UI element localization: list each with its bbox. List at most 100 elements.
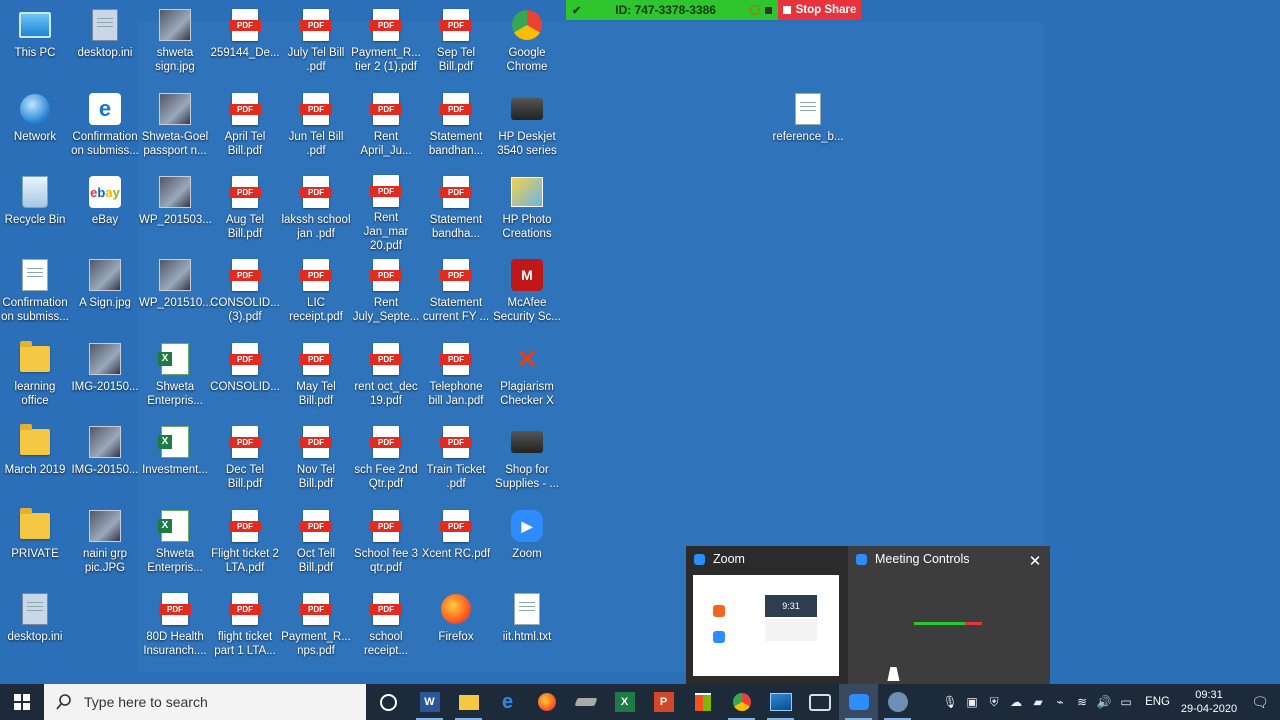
desktop-icon[interactable]: Investment... xyxy=(139,421,211,499)
desktop-icon[interactable]: PRIVATE xyxy=(0,505,71,583)
desktop-icon[interactable]: PDF flight ticket part 1 LTA... xyxy=(209,588,281,666)
desktop-icon[interactable]: PDF Xcent RC.pdf xyxy=(420,505,492,583)
zoom-thumbnail[interactable]: 9:31 xyxy=(693,575,839,676)
taskbar-edge[interactable]: e xyxy=(488,684,527,720)
desktop-icon[interactable]: Shop for Supplies - ... xyxy=(491,421,563,499)
notification-icon[interactable]: 🗨 xyxy=(1240,694,1280,711)
meeting-controls-preview[interactable]: Meeting Controls ✕ xyxy=(848,546,1050,684)
antivirus-icon[interactable]: ▰ xyxy=(1027,695,1049,709)
usb-icon[interactable]: ⌁ xyxy=(1049,695,1071,709)
battery-icon[interactable]: ▭ xyxy=(1115,695,1137,709)
clock[interactable]: 09:31 29-04-2020 xyxy=(1178,688,1240,716)
desktop-icon[interactable]: IMG-20150... xyxy=(69,421,141,499)
desktop-icon[interactable]: PDF CONSOLID... (3).pdf xyxy=(209,254,281,332)
desktop-icon[interactable]: e b a y eBay xyxy=(69,171,141,249)
pin-icon[interactable]: ✔ xyxy=(572,4,581,17)
desktop-icon[interactable]: PDF Rent Jan_mar 20.pdf xyxy=(350,171,422,252)
zoom-tray-icon[interactable]: ▣ xyxy=(961,695,983,709)
taskbar-file-explorer[interactable] xyxy=(449,684,488,720)
meeting-id-bar[interactable]: ✔ ID: 747-3378-3386 xyxy=(566,0,778,20)
desktop-icon[interactable]: PDF Statement bandha... xyxy=(420,171,492,249)
desktop-icon[interactable]: PDF Nov Tel Bill.pdf xyxy=(280,421,352,499)
desktop-icon[interactable]: PDF July Tel Bill .pdf xyxy=(280,4,352,82)
desktop-icon[interactable]: PDF Payment_R... tier 2 (1).pdf xyxy=(350,4,422,82)
desktop-icon[interactable]: M McAfee Security Sc... xyxy=(491,254,563,332)
volume-icon[interactable]: 🔊 xyxy=(1093,695,1115,709)
desktop-icon[interactable]: PDF Payment_R... nps.pdf xyxy=(280,588,352,666)
desktop-icon[interactable]: WP_201503... xyxy=(139,171,212,249)
desktop-icon[interactable]: desktop.ini xyxy=(0,588,71,666)
desktop-icon[interactable]: HP Photo Creations xyxy=(491,171,563,249)
desktop-icon[interactable]: learning office xyxy=(0,338,71,416)
taskbar-zoom[interactable] xyxy=(839,684,878,720)
desktop-icon[interactable]: PDF Rent April_Ju... xyxy=(350,88,422,166)
desktop-icon[interactable]: PDF Statement current FY ... xyxy=(420,254,492,332)
onedrive-icon[interactable]: ☁ xyxy=(1005,695,1027,709)
shield-icon[interactable]: ⛨ xyxy=(983,695,1005,710)
desktop-icon[interactable]: naini grp pic.JPG xyxy=(69,505,141,583)
desktop-icon[interactable]: PDF CONSOLID... xyxy=(209,338,281,416)
start-button[interactable] xyxy=(0,684,44,720)
desktop-icon[interactable]: PDF rent oct_dec 19.pdf xyxy=(350,338,422,416)
microphone-icon[interactable]: 🎙 xyxy=(939,695,961,709)
desktop-icon[interactable]: Firefox xyxy=(420,588,492,666)
taskbar-word[interactable]: W xyxy=(410,684,449,720)
desktop-icon[interactable]: This PC xyxy=(0,4,71,82)
desktop-icon[interactable]: PDF 259144_De... xyxy=(209,4,281,82)
taskbar-powerpoint[interactable]: P xyxy=(644,684,683,720)
taskbar-camera[interactable] xyxy=(800,684,839,720)
desktop-icon[interactable]: ▶ Zoom xyxy=(491,505,563,583)
desktop-icon[interactable]: desktop.ini xyxy=(69,4,141,82)
desktop-icon[interactable]: WP_201510... xyxy=(139,254,212,332)
cortana-button[interactable] xyxy=(366,684,410,720)
language-indicator[interactable]: ENG xyxy=(1145,696,1170,708)
desktop-icon[interactable]: PDF Sep Tel Bill.pdf xyxy=(420,4,492,82)
desktop-icon[interactable]: PDF Dec Tel Bill.pdf xyxy=(209,421,281,499)
desktop-icon[interactable]: PDF lakssh school jan .pdf xyxy=(280,171,352,249)
desktop-icon[interactable]: iit.html.txt xyxy=(491,588,563,666)
desktop-icon[interactable]: Shweta Enterpris... xyxy=(139,505,211,583)
desktop-icon[interactable]: PDF School fee 3 qtr.pdf xyxy=(350,505,422,583)
desktop-icon[interactable]: PDF Aug Tel Bill.pdf xyxy=(209,171,281,249)
desktop-icon[interactable]: shweta sign.jpg xyxy=(139,4,211,82)
taskbar-search[interactable]: Type here to search xyxy=(44,684,366,720)
desktop-icon[interactable]: PDF school receipt... xyxy=(350,588,422,666)
desktop-icon[interactable]: HP Deskjet 3540 series xyxy=(491,88,563,166)
desktop-icon[interactable]: March 2019 xyxy=(0,421,71,499)
desktop-icon[interactable]: ✕ Plagiarism Checker X xyxy=(491,338,563,416)
desktop-icon[interactable]: PDF Oct Tell Bill.pdf xyxy=(280,505,352,583)
desktop-icon[interactable]: PDF 80D Health Insuranch.... xyxy=(139,588,211,666)
desktop-icon[interactable]: PDF Rent July_Septe... xyxy=(350,254,422,332)
taskbar-excel[interactable]: X xyxy=(605,684,644,720)
desktop[interactable]: This PC Network Recycle Bin Confirmation on… xyxy=(0,0,1280,684)
desktop-icon[interactable]: Shweta-Goel passport n... xyxy=(139,88,211,166)
desktop-icon[interactable]: PDF Telephone bill Jan.pdf xyxy=(420,338,492,416)
zoom-window-preview[interactable]: Zoom 9:31 xyxy=(686,546,848,684)
wifi-icon[interactable]: ≋ xyxy=(1071,695,1093,709)
taskbar-zoom-meeting[interactable] xyxy=(878,684,917,720)
desktop-icon[interactable]: PDF Flight ticket 2 LTA.pdf xyxy=(209,505,281,583)
desktop-icon[interactable]: PDF April Tel Bill.pdf xyxy=(209,88,281,166)
desktop-icon[interactable]: Google Chrome xyxy=(491,4,563,82)
taskbar-store[interactable] xyxy=(683,684,722,720)
desktop-icon[interactable]: PDF LIC receipt.pdf xyxy=(280,254,352,332)
close-icon[interactable]: ✕ xyxy=(1026,552,1044,570)
desktop-icon[interactable]: reference_b... xyxy=(772,88,844,166)
taskbar-photos[interactable] xyxy=(761,684,800,720)
taskbar-firefox[interactable] xyxy=(527,684,566,720)
stop-share-button[interactable]: Stop Share xyxy=(778,0,861,20)
desktop-icon[interactable]: PDF Statement bandhan... xyxy=(420,88,492,166)
desktop-icon[interactable]: IMG-20150... xyxy=(69,338,141,416)
desktop-icon[interactable]: PDF Jun Tel Bill .pdf xyxy=(280,88,352,166)
desktop-icon[interactable]: PDF Train Ticket .pdf xyxy=(420,421,492,499)
taskbar-app-grey[interactable] xyxy=(566,684,605,720)
desktop-icon[interactable]: PDF sch Fee 2nd Qtr.pdf xyxy=(350,421,422,499)
desktop-icon[interactable]: Recycle Bin xyxy=(0,171,71,249)
desktop-icon[interactable]: e Confirmation on submiss... xyxy=(69,88,141,166)
desktop-icon[interactable]: PDF May Tel Bill.pdf xyxy=(280,338,352,416)
desktop-icon[interactable]: Network xyxy=(0,88,71,166)
desktop-icon[interactable]: A Sign.jpg xyxy=(69,254,141,332)
desktop-icon[interactable]: Confirmation on submiss... xyxy=(0,254,71,332)
desktop-icon[interactable]: Shweta Enterpris... xyxy=(139,338,211,416)
taskbar-chrome[interactable] xyxy=(722,684,761,720)
